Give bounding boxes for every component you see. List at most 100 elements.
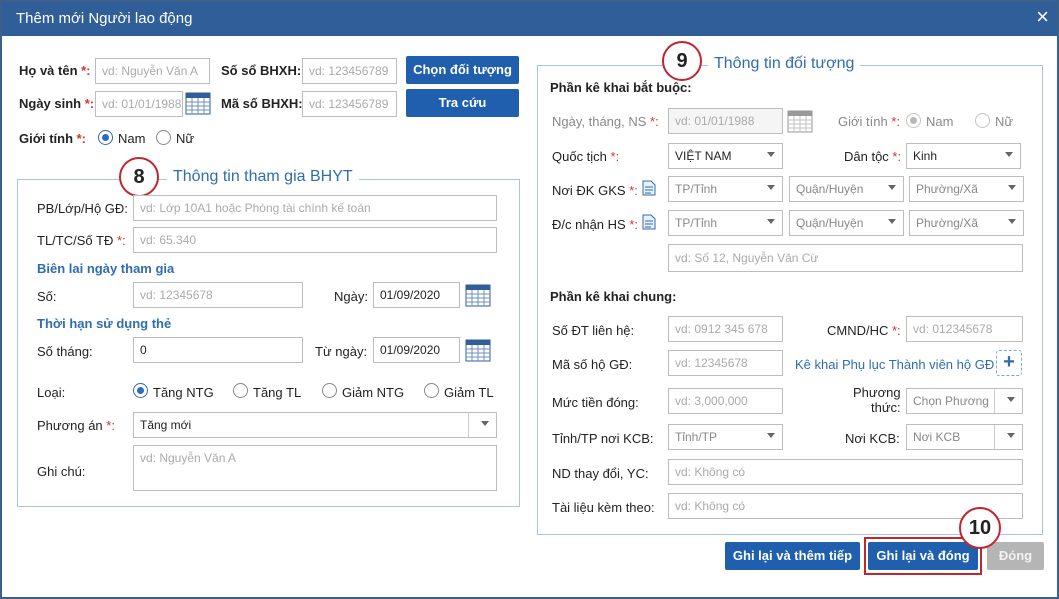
social-code-input[interactable]: vd: 123456789 (302, 91, 397, 117)
plan-select[interactable]: Tăng mới (133, 412, 497, 438)
kcb-province-label: Tỉnh/TP nơi KCB: (552, 431, 654, 446)
kcb-place-select[interactable]: Nơi KCB (906, 424, 1023, 450)
months-input[interactable]: 0 (133, 337, 303, 363)
change-content-label: ND thay đổi, YC: (552, 466, 649, 481)
subject-gender-male-label: Nam (926, 114, 954, 129)
subject-legend: Thông tin đối tượng (708, 55, 861, 73)
nationality-value: VIỆT NAM (675, 149, 732, 163)
calendar-icon[interactable] (465, 338, 491, 362)
lookup-button[interactable]: Tra cứu (406, 89, 519, 117)
payment-method-select[interactable]: Chọn Phương (906, 388, 1023, 414)
dob-input[interactable]: vd: 01/01/1988 (668, 108, 783, 134)
street-address-input[interactable]: vd: Số 12, Nguyễn Văn Cừ (668, 244, 1023, 272)
chevron-down-icon (1007, 433, 1015, 438)
mailing-district-select[interactable]: Quận/Huyện (789, 210, 904, 236)
required-section-title: Phần kê khai bắt buộc: (550, 80, 692, 95)
calendar-icon[interactable] (185, 91, 211, 115)
gender-female-radio[interactable] (156, 130, 171, 145)
mailing-district-value: Quận/Huyện (796, 216, 864, 230)
dialog-title: Thêm mới Người lao động (16, 10, 193, 27)
from-date-input[interactable]: 01/09/2020 (373, 337, 460, 363)
mailing-province-select[interactable]: TP/Tỉnh (668, 210, 783, 236)
birth-province-value: TP/Tỉnh (675, 182, 718, 196)
salary-input[interactable]: vd: 65.340 (133, 227, 497, 253)
department-input[interactable]: vd: Lớp 10A1 hoặc Phòng tài chính kế toá… (133, 195, 497, 221)
type-radio[interactable] (424, 383, 439, 398)
birth-district-select[interactable]: Quận/Huyện (789, 176, 904, 202)
id-card-input[interactable]: vd: 012345678 (906, 316, 1023, 342)
choose-subject-button[interactable]: Chọn đối tượng (406, 56, 519, 84)
type-radio[interactable] (322, 383, 337, 398)
close-button[interactable]: Đóng (987, 542, 1044, 570)
type-radio[interactable] (233, 383, 248, 398)
contribution-input[interactable]: vd: 3,000,000 (668, 388, 783, 414)
general-section-title: Phần kê khai chung: (550, 289, 677, 304)
household-code-input[interactable]: vd: 12345678 (668, 350, 783, 376)
add-icon[interactable]: + (996, 350, 1022, 376)
birth-district-value: Quận/Huyện (796, 182, 864, 196)
phone-label: Số ĐT liên hệ: (552, 323, 635, 338)
step-8-badge: 8 (119, 157, 159, 197)
birth-date-input[interactable]: vd: 01/01/1988 (95, 91, 183, 117)
chevron-down-icon (1007, 397, 1015, 402)
type-label: Loại: (37, 385, 66, 400)
receipt-number-label: Số: (37, 289, 57, 304)
save-and-close-button[interactable]: Ghi lại và đóng (868, 542, 978, 570)
mailing-province-value: TP/Tỉnh (675, 216, 718, 230)
kcb-province-select[interactable]: Tỉnh/TP (668, 424, 783, 450)
gender-male-radio[interactable] (98, 130, 113, 145)
card-validity-section-title: Thời hạn sử dụng thẻ (37, 316, 172, 331)
household-members-link[interactable]: Kê khai Phụ lục Thành viên hộ GĐ (795, 357, 994, 372)
type-option-label: Giảm NTG (342, 385, 405, 400)
chevron-down-icon (888, 219, 896, 224)
kcb-place-value: Nơi KCB (913, 430, 961, 444)
nationality-label: Quốc tịch *: (552, 149, 620, 164)
birth-date-label: Ngày sinh *: (19, 96, 95, 111)
chevron-down-icon (1005, 152, 1013, 157)
id-card-label: CMND/HC *: (827, 323, 901, 338)
ethnicity-value: Kinh (913, 149, 938, 163)
nationality-select[interactable]: VIỆT NAM (668, 143, 783, 169)
subject-gender-female-radio[interactable] (975, 113, 990, 128)
type-option-label: Giảm TL (444, 385, 494, 400)
plan-select-value: Tăng mới (140, 418, 192, 432)
type-option-label: Tăng NTG (153, 385, 214, 400)
payment-method-label: Phương (853, 385, 901, 400)
social-book-input[interactable]: vd: 123456789 (302, 58, 397, 84)
birth-ward-value: Phường/Xã (916, 182, 978, 196)
calendar-icon[interactable] (465, 283, 491, 307)
type-radio[interactable] (133, 383, 148, 398)
ethnicity-select[interactable]: Kinh (906, 143, 1021, 169)
full-name-input[interactable]: vd: Nguyễn Văn A (95, 58, 210, 84)
receipt-date-input[interactable]: 01/09/2020 (373, 282, 460, 308)
add-employee-dialog: Thêm mới Người lao động × Họ và tên *: v… (0, 0, 1059, 599)
birth-province-select[interactable]: TP/Tỉnh (668, 176, 783, 202)
mailing-address-label: Đ/c nhận HS *: (552, 217, 638, 232)
type-option-label: Tăng TL (253, 385, 302, 400)
receipt-section-title: Biên lai ngày tham gia (37, 261, 175, 276)
payment-method-value: Chọn Phương (913, 394, 989, 408)
birth-ward-select[interactable]: Phường/Xã (909, 176, 1024, 202)
note-label: Ghi chú: (37, 464, 86, 479)
calendar-icon[interactable] (787, 109, 813, 133)
document-icon[interactable] (642, 214, 656, 230)
document-icon[interactable] (642, 180, 656, 196)
attachments-label: Tài liệu kèm theo: (552, 500, 655, 515)
contribution-label: Mức tiền đóng: (552, 395, 639, 410)
social-book-label: Số sổ BHXH: (221, 63, 302, 78)
save-and-add-button[interactable]: Ghi lại và thêm tiếp (725, 542, 860, 570)
plan-label: Phương án *: (37, 418, 115, 433)
note-textarea[interactable]: vd: Nguyễn Văn A (133, 445, 497, 491)
phone-input[interactable]: vd: 0912 345 678 (668, 316, 783, 342)
chevron-down-icon (767, 152, 775, 157)
household-code-label: Mã số hộ GĐ: (552, 357, 633, 372)
department-label: PB/Lớp/Hộ GĐ: (37, 201, 128, 216)
receipt-number-input[interactable]: vd: 12345678 (133, 282, 303, 308)
close-icon[interactable]: × (1036, 6, 1049, 28)
social-code-label: Mã số BHXH: (221, 96, 303, 111)
subject-gender-male-radio[interactable] (906, 113, 921, 128)
gender-female-label: Nữ (176, 131, 195, 146)
mailing-ward-select[interactable]: Phường/Xã (909, 210, 1024, 236)
change-content-input[interactable]: vd: Không có (668, 459, 1023, 485)
chevron-down-icon (1008, 219, 1016, 224)
